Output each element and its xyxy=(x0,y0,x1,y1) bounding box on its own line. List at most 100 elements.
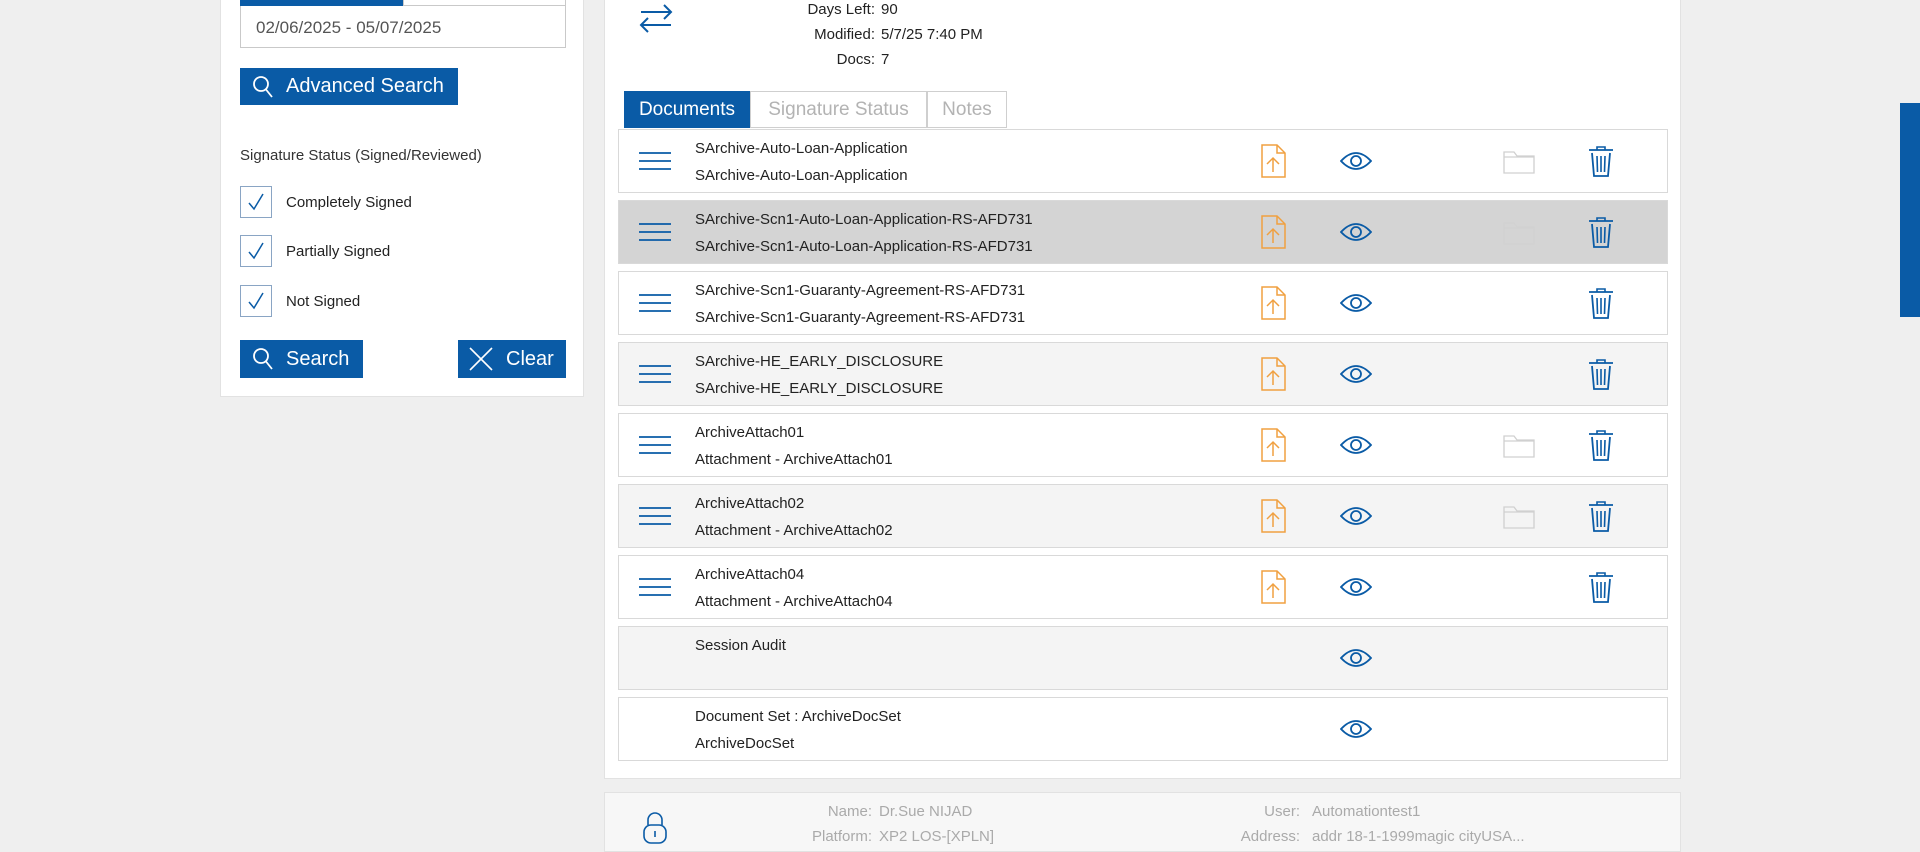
completely-signed-label: Completely Signed xyxy=(286,193,412,211)
docs-row: Docs: 7 xyxy=(755,51,890,68)
trash-icon[interactable] xyxy=(1588,414,1614,476)
search-icon xyxy=(252,75,274,99)
document-title: Document Set : ArchiveDocSet xyxy=(695,708,901,725)
checkbox-row-not-signed[interactable]: Not Signed xyxy=(240,285,360,317)
modified-row: Modified: 5/7/25 7:40 PM xyxy=(755,26,983,43)
trash-icon[interactable] xyxy=(1588,201,1614,263)
file-upload-icon[interactable] xyxy=(1260,201,1286,263)
document-subtitle: Attachment - ArchiveAttach04 xyxy=(695,593,893,610)
not-signed-checkbox[interactable] xyxy=(240,285,272,317)
check-icon xyxy=(248,292,264,310)
tab-signature-status[interactable]: Signature Status xyxy=(750,91,927,128)
document-subtitle: SArchive-Auto-Loan-Application xyxy=(695,167,908,184)
hamburger-menu-icon[interactable] xyxy=(639,485,671,547)
footer-user-value: Automationtest1 xyxy=(1312,803,1421,820)
file-upload-icon[interactable] xyxy=(1260,556,1286,618)
eye-icon[interactable] xyxy=(1340,414,1372,476)
search-label: Search xyxy=(286,347,350,370)
signature-status-heading: Signature Status (Signed/Reviewed) xyxy=(240,147,482,164)
hamburger-menu-icon[interactable] xyxy=(639,272,671,334)
document-title: ArchiveAttach02 xyxy=(695,495,805,512)
partially-signed-label: Partially Signed xyxy=(286,242,391,260)
document-subtitle: SArchive-Scn1-Auto-Loan-Application-RS-A… xyxy=(695,238,1033,255)
hamburger-menu-icon[interactable] xyxy=(639,414,671,476)
footer-name-label: Name: xyxy=(827,803,872,820)
footer-platform-label: Platform: xyxy=(811,828,872,845)
trash-icon[interactable] xyxy=(1588,130,1614,192)
document-row[interactable]: SArchive-Auto-Loan-Application SArchive-A… xyxy=(618,129,1668,193)
document-row[interactable]: SArchive-HE_EARLY_DISCLOSURE SArchive-HE_… xyxy=(618,342,1668,406)
file-upload-icon[interactable] xyxy=(1260,485,1286,547)
document-row[interactable]: SArchive-Scn1-Auto-Loan-Application-RS-A… xyxy=(618,200,1668,264)
trash-icon[interactable] xyxy=(1588,343,1614,405)
document-title: SArchive-Scn1-Auto-Loan-Application-RS-A… xyxy=(695,211,1033,228)
partially-signed-checkbox[interactable] xyxy=(240,235,272,267)
clear-button[interactable]: Clear xyxy=(458,340,566,378)
modified-label: Modified: xyxy=(814,26,875,43)
document-subtitle: SArchive-HE_EARLY_DISCLOSURE xyxy=(695,380,944,397)
document-row[interactable]: Session Audit xyxy=(618,626,1668,690)
hamburger-menu-icon[interactable] xyxy=(639,130,671,192)
document-row[interactable]: Document Set : ArchiveDocSet ArchiveDocSe… xyxy=(618,697,1668,761)
tab-documents[interactable]: Documents xyxy=(624,91,750,128)
close-icon xyxy=(468,346,494,372)
document-row[interactable]: SArchive-Scn1-Guaranty-Agreement-RS-AFD7… xyxy=(618,271,1668,335)
document-subtitle: SArchive-Scn1-Guaranty-Agreement-RS-AFD7… xyxy=(695,309,1026,326)
lock-icon[interactable] xyxy=(642,811,668,850)
search-button[interactable]: Search xyxy=(240,340,363,378)
trash-icon[interactable] xyxy=(1588,272,1614,334)
docs-label: Docs: xyxy=(836,51,875,68)
folder-icon[interactable] xyxy=(1503,130,1535,192)
document-subtitle: Attachment - ArchiveAttach01 xyxy=(695,451,893,468)
docs-value: 7 xyxy=(881,51,890,68)
hamburger-menu-icon[interactable] xyxy=(639,343,671,405)
tab-notes[interactable]: Notes xyxy=(927,91,1007,128)
eye-icon[interactable] xyxy=(1340,627,1372,689)
eye-icon[interactable] xyxy=(1340,201,1372,263)
document-title: SArchive-Auto-Loan-Application xyxy=(695,140,908,157)
swap-arrows-icon[interactable] xyxy=(639,3,673,38)
hamburger-menu-icon[interactable] xyxy=(639,556,671,618)
folder-icon[interactable] xyxy=(1503,485,1535,547)
eye-icon[interactable] xyxy=(1340,698,1372,760)
search-icon xyxy=(252,347,274,371)
footer-address-value: addr 18-1-1999magic cityUSA... xyxy=(1312,828,1525,845)
checkbox-row-completely-signed[interactable]: Completely Signed xyxy=(240,186,412,218)
document-row[interactable]: ArchiveAttach04 Attachment - ArchiveAttac… xyxy=(618,555,1668,619)
eye-icon[interactable] xyxy=(1340,343,1372,405)
document-row[interactable]: ArchiveAttach01 Attachment - ArchiveAttac… xyxy=(618,413,1668,477)
document-subtitle: Attachment - ArchiveAttach02 xyxy=(695,522,893,539)
not-signed-label: Not Signed xyxy=(286,292,361,310)
folder-icon[interactable] xyxy=(1503,414,1535,476)
scrollbar-thumb[interactable] xyxy=(1900,103,1920,317)
checkbox-row-partially-signed[interactable]: Partially Signed xyxy=(240,235,390,267)
document-row[interactable]: ArchiveAttach02 Attachment - ArchiveAttac… xyxy=(618,484,1668,548)
document-title: ArchiveAttach01 xyxy=(695,424,805,441)
advanced-search-button[interactable]: Advanced Search xyxy=(240,68,458,105)
file-upload-icon[interactable] xyxy=(1260,343,1286,405)
footer-user-label: User: xyxy=(1264,803,1300,820)
document-subtitle: ArchiveDocSet xyxy=(695,735,795,752)
footer-address-label: Address: xyxy=(1240,828,1300,845)
trash-icon[interactable] xyxy=(1588,556,1614,618)
file-upload-icon[interactable] xyxy=(1260,414,1286,476)
days-left-value: 90 xyxy=(881,1,898,18)
footer-name-value: Dr.Sue NIJAD xyxy=(879,803,973,820)
file-upload-icon[interactable] xyxy=(1260,130,1286,192)
file-upload-icon[interactable] xyxy=(1260,272,1286,334)
modified-value: 5/7/25 7:40 PM xyxy=(881,26,983,43)
document-title: SArchive-HE_EARLY_DISCLOSURE xyxy=(695,353,944,370)
folder-icon[interactable] xyxy=(1503,201,1535,263)
footer-platform-value: XP2 LOS-[XPLN] xyxy=(879,828,995,845)
completely-signed-checkbox[interactable] xyxy=(240,186,272,218)
eye-icon[interactable] xyxy=(1340,272,1372,334)
date-range-input[interactable]: 02/06/2025 - 05/07/2025 xyxy=(240,6,566,48)
hamburger-menu-icon[interactable] xyxy=(639,201,671,263)
eye-icon[interactable] xyxy=(1340,485,1372,547)
check-icon xyxy=(248,193,264,211)
eye-icon[interactable] xyxy=(1340,556,1372,618)
trash-icon[interactable] xyxy=(1588,485,1614,547)
document-title: SArchive-Scn1-Guaranty-Agreement-RS-AFD7… xyxy=(695,282,1026,299)
eye-icon[interactable] xyxy=(1340,130,1372,192)
document-title: Session Audit xyxy=(695,637,786,654)
